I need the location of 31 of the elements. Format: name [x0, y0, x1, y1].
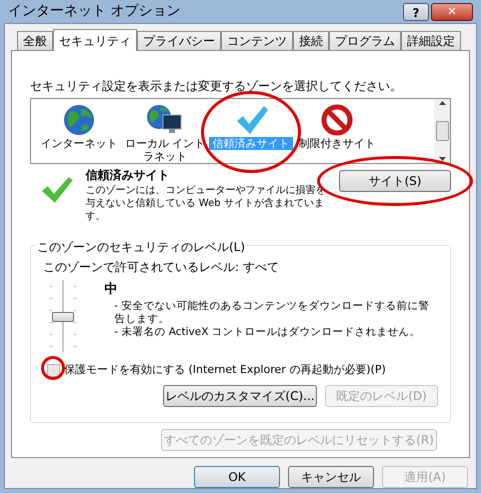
dialog-button[interactable]: OK [194, 466, 280, 488]
custom-level-button[interactable]: レベルのカスタマイズ(C)... [163, 384, 317, 406]
level-description: - 安全でない可能性のあるコンテンツをダウンロードする前に警告します。 [114, 300, 430, 326]
scroll-up-icon[interactable] [438, 101, 446, 105]
help-button[interactable]: ? [403, 2, 429, 20]
window-title: インターネット オプション [8, 2, 180, 21]
zone-item[interactable]: インターネット [37, 137, 121, 150]
tab[interactable]: コンテンツ [221, 31, 293, 50]
globe-icon [62, 103, 96, 137]
zone-name: 信頼済みサイト [86, 167, 171, 184]
checkbox-label: 保護モードを有効にする (Internet Explorer の再起動が必要)(P) [64, 362, 386, 378]
tab[interactable]: 接続 [293, 31, 329, 50]
dialog-button[interactable]: キャンセル [288, 466, 374, 488]
zone-prompt: セキュリティ設定を表示または変更するゾーンを選択してください。 [30, 78, 403, 95]
slider-thumb[interactable] [52, 312, 74, 322]
zone-item[interactable]: 制限付きサイト [295, 137, 379, 150]
tab[interactable]: プライバシー [137, 31, 221, 50]
level-name: 中 [104, 281, 118, 299]
group-title: このゾーンのセキュリティのレベル(L) [35, 238, 248, 256]
scroll-thumb[interactable] [436, 121, 448, 141]
scrollbar[interactable] [434, 99, 450, 163]
tab[interactable]: セキュリティ [53, 29, 137, 51]
allowed-level: このゾーンで許可されているレベル: すべて [43, 259, 280, 276]
level-description: - 未署名の ActiveX コントロールはダウンロードされません。 [114, 326, 422, 338]
zone-item[interactable]: ローカル イントラネット [123, 137, 207, 163]
tab[interactable]: 全般 [17, 31, 53, 50]
forbidden-icon [320, 103, 354, 137]
sites-button[interactable]: サイト(S) [339, 170, 451, 192]
scroll-down-icon[interactable] [438, 157, 446, 161]
tab[interactable]: プログラム [329, 31, 401, 50]
tab[interactable]: 詳細設定 [401, 31, 461, 50]
